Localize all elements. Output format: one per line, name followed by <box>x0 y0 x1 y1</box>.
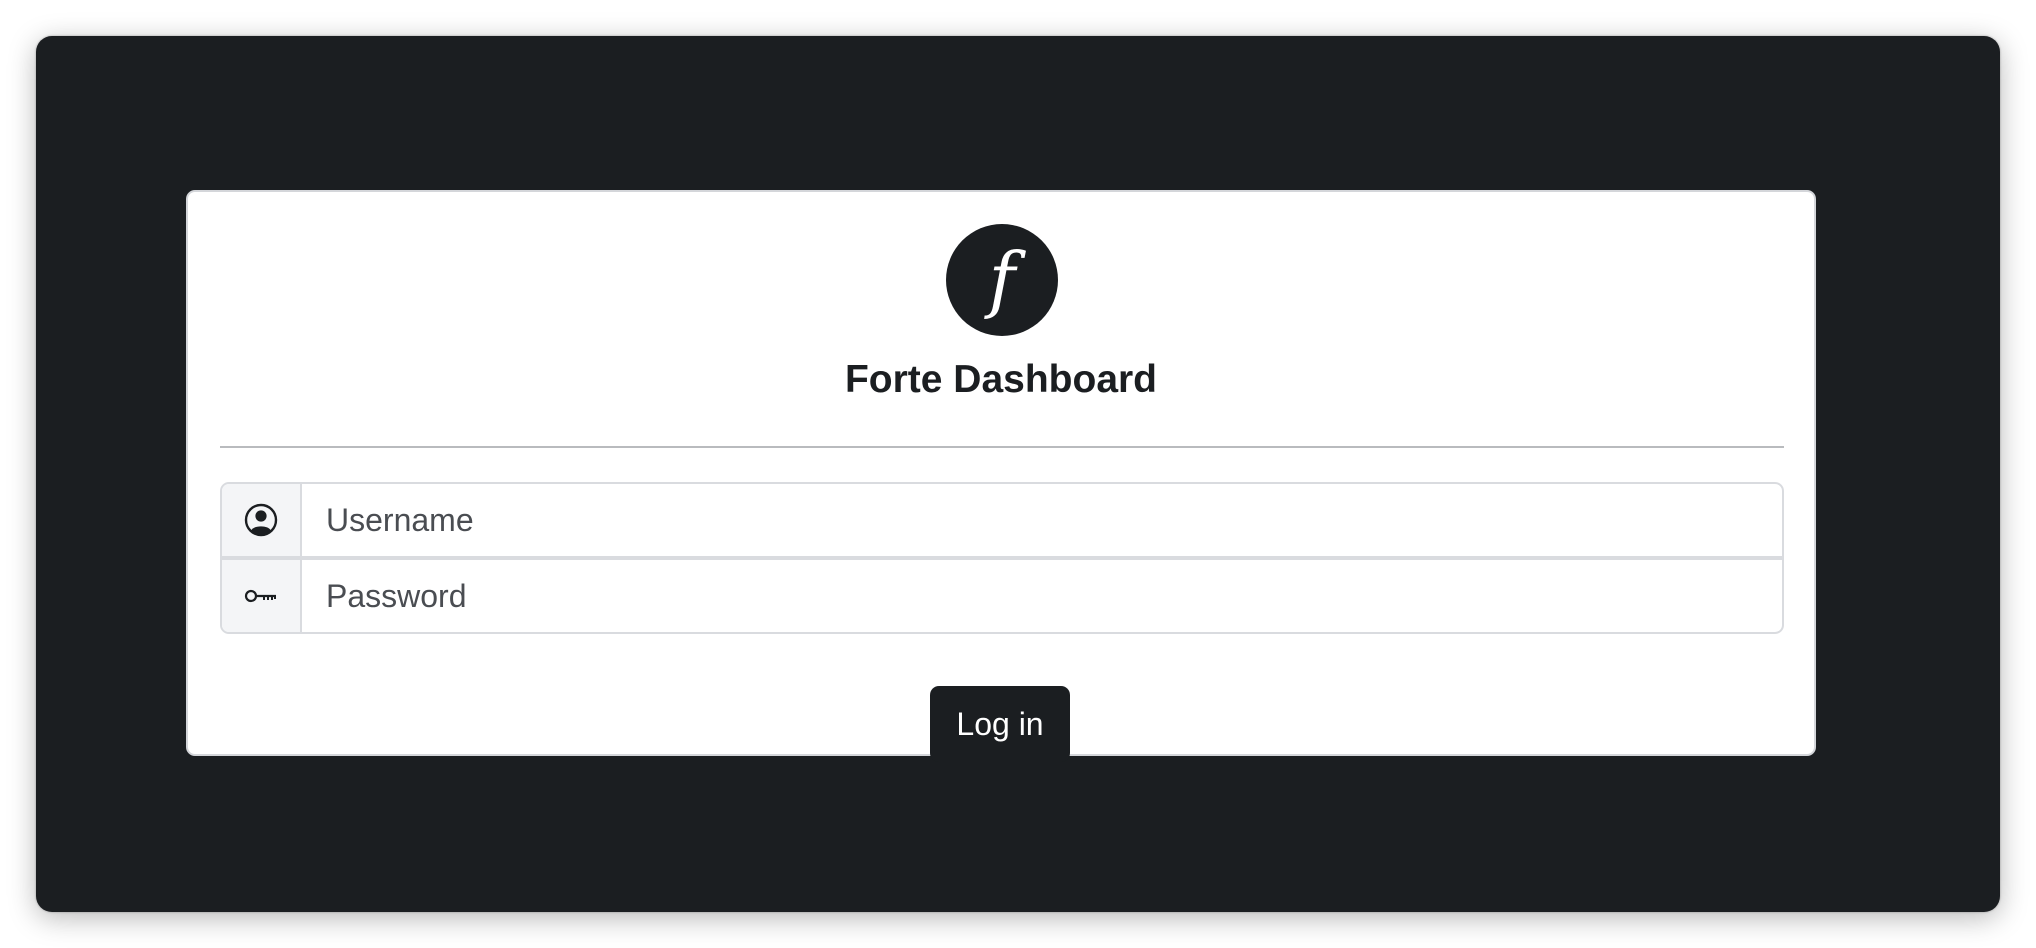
password-group <box>220 558 1784 634</box>
login-card: f Forte Dashboard Username Log in <box>186 190 1816 762</box>
header-divider <box>220 446 1784 448</box>
page-title: Forte Dashboard <box>844 358 1158 401</box>
username-input[interactable] <box>302 484 1782 556</box>
password-input[interactable] <box>302 560 1782 632</box>
login-button[interactable]: Log in <box>930 686 1070 762</box>
app-window: f Forte Dashboard Username Log in <box>36 36 2000 912</box>
forte-logo-icon: f <box>946 224 1058 336</box>
key-icon <box>222 560 302 632</box>
forte-f-glyph: f <box>984 237 1027 321</box>
user-circle-icon <box>222 484 302 556</box>
svg-text:f: f <box>984 237 1027 321</box>
username-group <box>220 482 1784 558</box>
